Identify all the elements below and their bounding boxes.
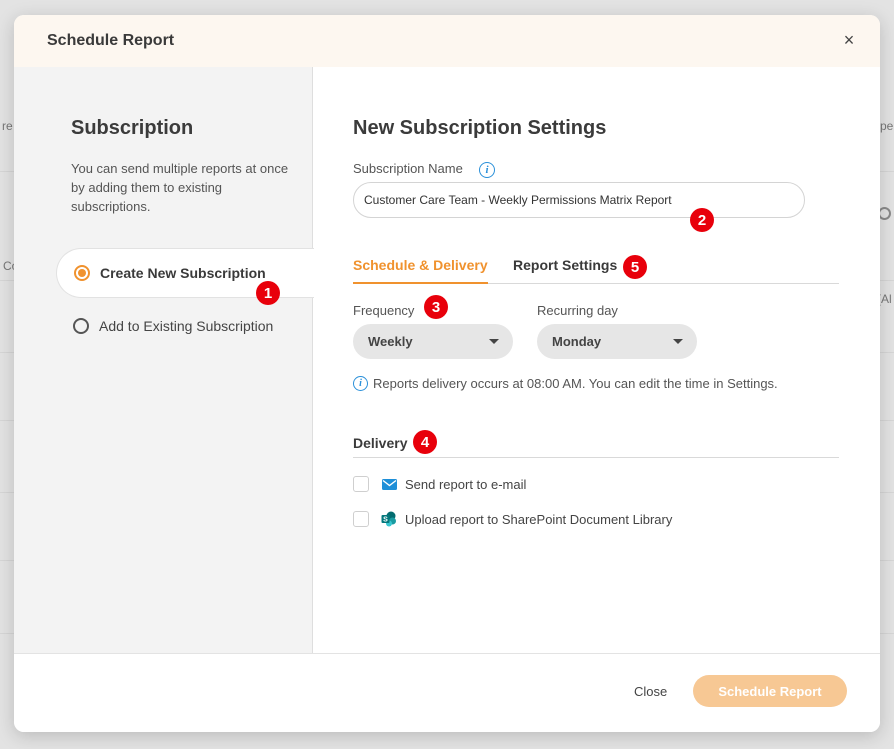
radio-unselected-icon[interactable] [73,318,89,334]
dialog-title: Schedule Report [47,32,175,49]
sharepoint-checkbox[interactable] [353,511,369,527]
settings-title: New Subscription Settings [353,117,607,139]
subscription-name-label: Subscription Name [353,161,463,176]
chevron-down-icon [673,339,683,344]
close-icon[interactable]: × [838,29,860,51]
sharepoint-upload-option[interactable]: S Upload report to SharePoint Document L… [353,511,672,527]
svg-text:S: S [383,517,388,524]
delivery-time-note: i Reports delivery occurs at 08:00 AM. Y… [353,376,778,391]
sharepoint-icon: S [381,511,397,527]
bg-text-fragment: re [2,119,13,133]
recurring-day-select[interactable]: Monday [537,324,697,359]
dialog-footer: Close Schedule Report [14,653,880,732]
marker-2: 2 [690,208,714,232]
info-icon: i [353,376,368,391]
marker-4: 4 [413,430,437,454]
chevron-down-icon [489,339,499,344]
add-to-existing-subscription-option[interactable]: Add to Existing Subscription [56,301,314,351]
send-email-option[interactable]: Send report to e-mail [353,476,526,492]
subscription-title: Subscription [71,117,194,139]
schedule-report-button[interactable]: Schedule Report [693,675,847,707]
subscription-panel: Subscription You can send multiple repor… [14,67,314,653]
subscription-name-input[interactable] [353,182,805,218]
info-icon[interactable]: i [479,162,495,178]
bg-text-fragment: pel [880,119,894,133]
option-label: Add to Existing Subscription [99,318,274,334]
recurring-day-value: Monday [552,334,602,349]
close-button[interactable]: Close [634,684,667,699]
marker-1: 1 [256,281,280,305]
frequency-value: Weekly [368,334,413,349]
email-checkbox[interactable] [353,476,369,492]
frequency-select[interactable]: Weekly [353,324,513,359]
sharepoint-option-label: Upload report to SharePoint Document Lib… [405,511,673,527]
delivery-title: Delivery [353,435,408,451]
tab-report-settings[interactable]: Report Settings [513,257,617,284]
radio-selected-icon[interactable] [74,265,90,281]
email-option-label: Send report to e-mail [405,476,527,492]
delivery-time-text: Reports delivery occurs at 08:00 AM. You… [373,376,778,391]
marker-3: 3 [424,295,448,319]
tab-schedule-delivery[interactable]: Schedule & Delivery [353,257,488,284]
delivery-divider [353,457,839,458]
email-icon [381,476,397,492]
schedule-report-dialog: Schedule Report × Subscription You can s… [14,15,880,732]
dialog-header: Schedule Report × [14,15,880,67]
subscription-description: You can send multiple reports at once by… [71,161,289,214]
settings-tabs: Schedule & Delivery Report Settings [353,257,839,284]
option-label: Create New Subscription [100,265,266,281]
marker-5: 5 [623,255,647,279]
recurring-day-label: Recurring day [537,303,618,318]
frequency-label: Frequency [353,303,415,318]
